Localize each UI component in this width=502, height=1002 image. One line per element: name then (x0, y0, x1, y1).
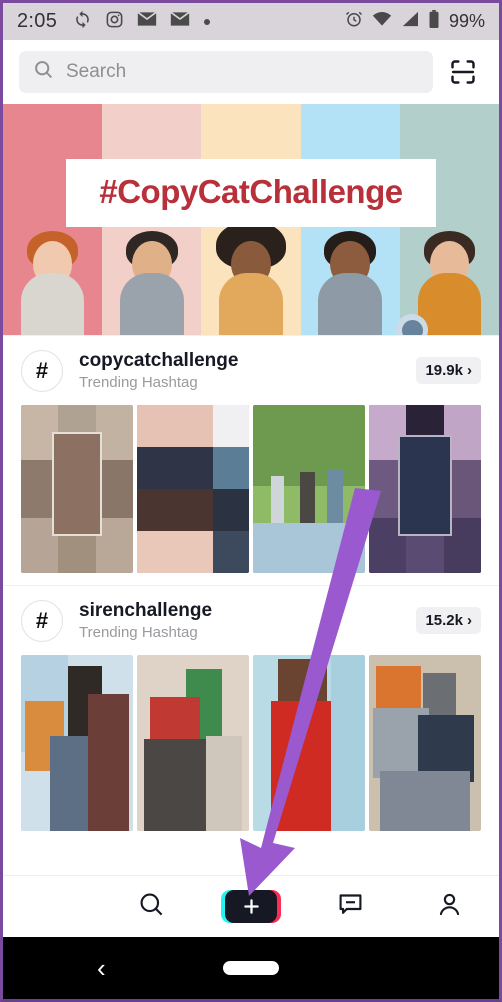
thumbnail-siren-2[interactable] (137, 655, 249, 831)
chevron-right-icon: › (467, 612, 472, 629)
hash-icon: # (21, 349, 63, 392)
thumbnail-copycat-2[interactable] (137, 405, 249, 573)
system-home-indicator[interactable] (223, 961, 279, 975)
banner-person (301, 225, 400, 335)
thumbnail-siren-4[interactable] (369, 655, 481, 831)
search-bar-row: Search (3, 40, 499, 104)
mail-icon (137, 11, 157, 32)
thumbnail-siren-3[interactable] (253, 655, 365, 831)
banner-person (201, 221, 300, 335)
search-placeholder-text: Search (66, 61, 127, 82)
hashtag-name: sirenchallenge (79, 600, 213, 621)
hashtag-subtitle: Trending Hashtag (79, 374, 198, 391)
dot-icon (203, 13, 211, 31)
mail-icon (170, 11, 190, 32)
sync-icon (73, 10, 92, 34)
nav-profile[interactable] (400, 876, 499, 937)
alarm-icon (345, 10, 363, 33)
hashtag-subtitle: Trending Hashtag (79, 624, 198, 641)
create-button[interactable] (221, 890, 281, 923)
nav-home[interactable] (3, 876, 102, 937)
hashtag-count-badge[interactable]: 19.9k › (416, 357, 481, 384)
challenge-banner[interactable]: #CopyCatChallenge (3, 104, 499, 335)
status-bar-notification-icons (73, 10, 211, 34)
cellular-signal-icon (401, 11, 419, 32)
banner-people-photos (3, 221, 499, 335)
banner-person (3, 225, 102, 335)
hashtag-count-value: 19.9k (425, 362, 463, 379)
person-icon (436, 891, 463, 923)
nav-create[interactable] (201, 876, 300, 937)
bottom-navigation-bar (3, 875, 499, 937)
instagram-icon (105, 10, 124, 34)
status-bar-system-icons: 99% (345, 10, 485, 33)
search-icon (138, 891, 165, 923)
thumbnail-grid-copycatchallenge (3, 405, 499, 585)
system-navigation-bar: ‹ (3, 937, 499, 999)
search-icon (33, 59, 54, 85)
banner-title: #CopyCatChallenge (99, 173, 403, 210)
thumbnail-copycat-1[interactable] (21, 405, 133, 573)
inbox-message-icon (337, 891, 364, 923)
banner-title-plate: #CopyCatChallenge (66, 159, 436, 227)
wifi-icon (372, 11, 392, 32)
hashtag-row-copycatchallenge[interactable]: # copycatchallenge Trending Hashtag 19.9… (3, 335, 499, 405)
battery-icon (428, 10, 440, 33)
hashtag-text-group: copycatchallenge Trending Hashtag (79, 350, 238, 391)
search-input[interactable]: Search (19, 51, 433, 93)
thumbnail-siren-1[interactable] (21, 655, 133, 831)
hashtag-count-value: 15.2k (425, 612, 463, 629)
nav-discover[interactable] (102, 876, 201, 937)
chevron-right-icon: › (467, 362, 472, 379)
hashtag-row-sirenchallenge[interactable]: # sirenchallenge Trending Hashtag 15.2k … (3, 585, 499, 655)
hashtag-name: copycatchallenge (79, 350, 239, 371)
qr-scan-icon[interactable] (443, 52, 483, 92)
battery-percentage: 99% (448, 11, 485, 31)
thumbnail-grid-sirenchallenge (3, 655, 499, 843)
hashtag-count-badge[interactable]: 15.2k › (416, 607, 481, 634)
plus-icon (225, 890, 277, 923)
nav-inbox[interactable] (301, 876, 400, 937)
hash-icon: # (21, 599, 63, 642)
status-bar: 2:05 99% (3, 3, 499, 40)
phone-screen: 2:05 99% Search #CopyCatChallenge # copy… (0, 0, 502, 1002)
banner-person (102, 225, 201, 335)
hashtag-text-group: sirenchallenge Trending Hashtag (79, 600, 212, 641)
system-back-icon[interactable]: ‹ (97, 953, 106, 984)
thumbnail-copycat-3[interactable] (253, 405, 365, 573)
thumbnail-copycat-4[interactable] (369, 405, 481, 573)
status-bar-time: 2:05 (17, 10, 58, 32)
